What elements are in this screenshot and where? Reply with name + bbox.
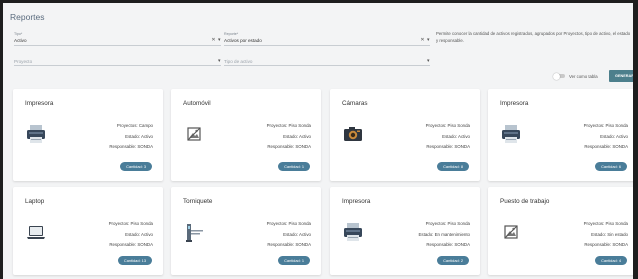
tipo-controls[interactable]: ✕ ▾ — [211, 37, 221, 43]
cantidad-button[interactable]: Cantidad: 8 — [437, 162, 469, 171]
printer-icon — [500, 123, 522, 145]
reporte-underline — [224, 45, 430, 46]
asset-card[interactable]: Cámaras Proyectos: Piso Sonda Estado: Acti… — [330, 89, 480, 181]
asset-card-responsable: Responsable: SONDA — [267, 144, 311, 149]
reporte-controls[interactable]: ✕ ▾ — [420, 37, 430, 43]
laptop-icon — [25, 221, 47, 243]
tipo-select[interactable]: Tipo* Activo ✕ ▾ — [14, 32, 221, 46]
page-title: Reportes — [10, 12, 45, 22]
asset-card-title: Laptop — [25, 198, 45, 205]
asset-card-responsable: Responsable: SONDA — [584, 144, 628, 149]
asset-card-proyecto: Proyectos: Campo — [116, 123, 153, 128]
asset-card-estado: Estado: Activo — [600, 133, 628, 139]
cantidad-button[interactable]: Cantidad: 13 — [117, 256, 152, 265]
asset-card-proyecto: Proyectos: Piso Sonda — [266, 123, 311, 128]
printer-icon — [25, 123, 47, 145]
broken-image-icon — [183, 123, 205, 145]
asset-card-title: Puesto de trabajo — [500, 198, 550, 205]
asset-card-proyecto: Proyectos: Piso Sonda — [583, 123, 628, 128]
generar-button[interactable]: GENERAR — [609, 70, 633, 82]
chevron-down-icon[interactable]: ▾ — [427, 37, 430, 43]
asset-card-responsable: Responsable: SONDA — [267, 242, 311, 247]
asset-card-estado: Estado: Sin estado — [591, 231, 628, 237]
asset-card-title: Torniquete — [183, 198, 213, 205]
tipo-activo-select[interactable]: Tipo de activo ▾ — [224, 55, 430, 66]
asset-card-responsable: Responsable: SONDA — [426, 144, 470, 149]
asset-card-estado: Estado: Activo — [283, 231, 311, 237]
asset-card-title: Impresora — [500, 100, 529, 107]
toggle-knob[interactable] — [553, 72, 560, 80]
proyecto-placeholder: Proyecto — [14, 59, 33, 64]
cantidad-button[interactable]: Cantidad: 3 — [120, 162, 152, 171]
asset-card-info: Proyectos: Piso Sonda Estado: En mantenim… — [392, 219, 471, 251]
asset-card-estado: Estado: Activo — [442, 133, 470, 139]
asset-card-title: Cámaras — [342, 100, 368, 107]
tipo-activo-placeholder: Tipo de activo — [224, 59, 253, 64]
chevron-down-icon[interactable]: ▾ — [218, 58, 221, 64]
clear-icon[interactable]: ✕ — [211, 37, 216, 43]
reports-page: Reportes Tipo* Activo ✕ ▾ Reporte* Activ… — [3, 3, 633, 279]
asset-card-info: Proyectos: Piso Sonda Estado: Sin estado R… — [550, 219, 628, 251]
asset-card-info: Proyectos: Piso Sonda Estado: Activo Respo… — [233, 219, 311, 251]
camera-icon — [342, 123, 364, 145]
asset-card[interactable]: Impresora Proyectos: Piso Sonda Estado: En… — [330, 187, 480, 275]
turnstile-icon — [183, 221, 205, 243]
asset-card-info: Proyectos: Piso Sonda Estado: Activo Respo… — [75, 219, 153, 251]
clear-icon[interactable]: ✕ — [420, 37, 425, 43]
asset-card-estado: Estado: En mantenimiento — [418, 231, 471, 237]
asset-card[interactable]: Torniquete Proyectos: Piso Sonda Estado: A… — [171, 187, 321, 275]
asset-card-estado: Estado: Activo — [125, 133, 153, 139]
cantidad-button[interactable]: Cantidad: 1 — [278, 162, 310, 171]
asset-card-proyecto: Proyectos: Piso Sonda — [266, 221, 311, 226]
asset-card[interactable]: Puesto de trabajo Proyectos: Piso Sonda Es… — [488, 187, 633, 275]
tipo-label: Tipo* — [14, 32, 23, 36]
cantidad-button[interactable]: Cantidad: 1 — [278, 256, 310, 265]
asset-card-estado: Estado: Activo — [283, 133, 311, 139]
report-description: Permite conocer la cantidad de activos r… — [436, 31, 631, 43]
asset-card-proyecto: Proyectos: Piso Sonda — [583, 221, 628, 226]
asset-card-info: Proyectos: Campo Estado: Activo Responsabl… — [75, 121, 153, 153]
cantidad-button[interactable]: Cantidad: 4 — [595, 256, 627, 265]
proyecto-select[interactable]: Proyecto ▾ — [14, 55, 221, 66]
asset-card-proyecto: Proyectos: Piso Sonda — [425, 123, 470, 128]
ver-como-tabla-toggle[interactable]: Ver como tabla — [553, 72, 606, 80]
chevron-down-icon[interactable]: ▾ — [427, 58, 430, 64]
reporte-value: Activos por estado — [224, 38, 262, 43]
asset-card-responsable: Responsable: SONDA — [426, 242, 470, 247]
asset-card-info: Proyectos: Piso Sonda Estado: Activo Respo… — [392, 121, 470, 153]
reporte-label: Reporte* — [224, 32, 239, 36]
proyecto-underline — [14, 65, 221, 66]
asset-card-proyecto: Proyectos: Piso Sonda — [108, 221, 153, 226]
asset-card-estado: Estado: Activo — [125, 231, 153, 237]
tipo-value: Activo — [14, 38, 27, 43]
asset-card[interactable]: Impresora Proyectos: Piso Sonda Estado: Ac… — [488, 89, 633, 181]
asset-card-proyecto: Proyectos: Piso Sonda — [425, 221, 470, 226]
asset-card-title: Automóvil — [183, 100, 211, 107]
asset-card[interactable]: Laptop Proyectos: Piso Sonda Estado: Activ… — [13, 187, 163, 275]
asset-card-info: Proyectos: Piso Sonda Estado: Activo Respo… — [233, 121, 311, 153]
asset-card-responsable: Responsable: SONDA — [584, 242, 628, 247]
asset-card-title: Impresora — [25, 100, 54, 107]
tipo-underline — [14, 45, 221, 46]
asset-card-title: Impresora — [342, 198, 371, 205]
asset-card[interactable]: Automóvil Proyectos: Piso Sonda Estado: Ac… — [171, 89, 321, 181]
chevron-down-icon[interactable]: ▾ — [218, 37, 221, 43]
cantidad-button[interactable]: Cantidad: 2 — [437, 256, 469, 265]
asset-card-info: Proyectos: Piso Sonda Estado: Activo Respo… — [550, 121, 628, 153]
cantidad-button[interactable]: Cantidad: 6 — [595, 162, 627, 171]
asset-card-responsable: Responsable: SONDA — [109, 144, 153, 149]
broken-image-icon — [500, 221, 522, 243]
tipo-activo-underline — [224, 65, 430, 66]
printer-icon — [342, 221, 364, 243]
ver-como-tabla-label: Ver como tabla — [569, 73, 598, 79]
reporte-select[interactable]: Reporte* Activos por estado ✕ ▾ — [224, 32, 430, 46]
asset-card-responsable: Responsable: SONDA — [109, 242, 153, 247]
asset-card[interactable]: Impresora Proyectos: Campo Estado: Activo R… — [13, 89, 163, 181]
